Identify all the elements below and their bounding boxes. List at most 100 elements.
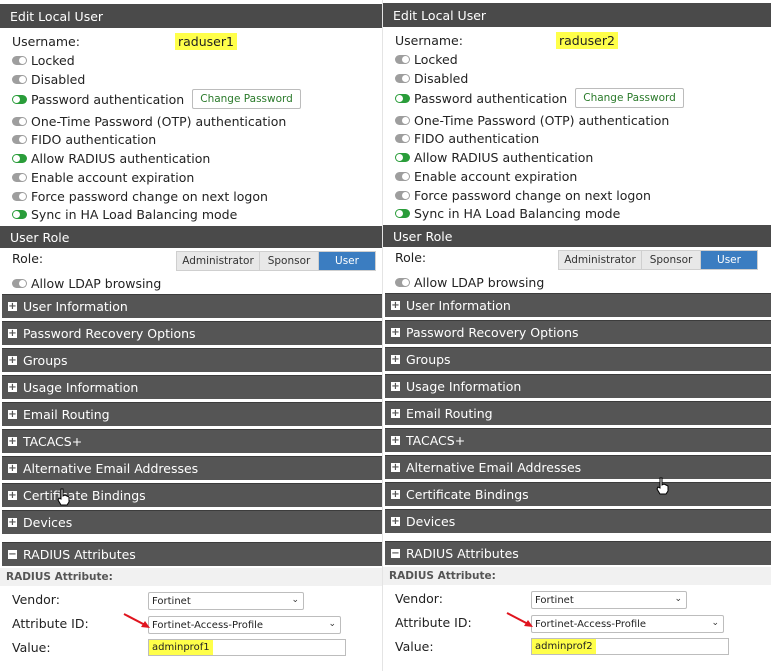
section-header[interactable]: + TACACS+	[2, 429, 382, 453]
value-text: adminprof2	[532, 639, 596, 654]
section-title: Password Recovery Options	[23, 326, 196, 341]
section-header[interactable]: + Groups	[385, 347, 771, 371]
attribute-id-select[interactable]: Fortinet-Access-Profile ⌄	[148, 616, 341, 634]
toggle-switch[interactable]	[395, 190, 410, 200]
section-title: Email Routing	[23, 407, 110, 422]
toggle-switch[interactable]	[12, 94, 27, 104]
radius-sub-label: RADIUS Attribute:	[6, 571, 113, 583]
section-header[interactable]: + User Information	[2, 294, 382, 318]
username-label: Username:	[12, 33, 80, 49]
value-label: Value:	[395, 639, 434, 654]
expand-icon: +	[391, 489, 400, 500]
edit-local-user-panel-2: Edit Local User Username: raduser2 Locke…	[383, 0, 771, 671]
section-header[interactable]: + Alternative Email Addresses	[2, 456, 382, 480]
expand-icon: +	[8, 301, 17, 312]
toggle-switch[interactable]	[12, 278, 27, 288]
section-header[interactable]: + User Information	[385, 293, 771, 317]
section-header[interactable]: + Certificate Bindings	[385, 482, 771, 506]
attribute-id-value: Fortinet-Access-Profile	[535, 618, 647, 630]
role-option-administrator[interactable]: Administrator	[559, 251, 642, 269]
panel-title-text: Edit Local User	[393, 7, 487, 23]
expand-icon: +	[8, 355, 17, 366]
vendor-label: Vendor:	[12, 592, 60, 607]
section-header[interactable]: + Email Routing	[2, 402, 382, 426]
role-option-administrator[interactable]: Administrator	[177, 252, 260, 270]
section-header[interactable]: + Password Recovery Options	[385, 320, 771, 344]
toggle-label: Allow RADIUS authentication	[414, 149, 594, 165]
toggle-switch[interactable]	[12, 134, 27, 144]
toggle-row: Locked	[395, 50, 458, 68]
toggle-switch[interactable]	[395, 277, 410, 287]
vendor-select[interactable]: Fortinet ⌄	[531, 591, 687, 609]
vendor-select[interactable]: Fortinet ⌄	[148, 592, 304, 610]
chevron-down-icon: ⌄	[674, 594, 682, 604]
toggle-label: FIDO authentication	[31, 131, 157, 147]
role-option-sponsor[interactable]: Sponsor	[642, 251, 701, 269]
section-header[interactable]: + Email Routing	[385, 401, 771, 425]
section-header[interactable]: + TACACS+	[385, 428, 771, 452]
toggle-row: Force password change on next logon	[12, 187, 268, 205]
toggle-switch[interactable]	[12, 209, 27, 219]
toggle-row: One-Time Password (OTP) authentication	[395, 111, 669, 129]
toggle-row: Allow RADIUS authentication	[395, 148, 593, 166]
section-header[interactable]: + Devices	[385, 509, 771, 533]
toggle-switch[interactable]	[395, 115, 410, 125]
expand-icon: +	[8, 490, 17, 501]
expand-icon: +	[391, 462, 400, 473]
toggle-switch[interactable]	[12, 191, 27, 201]
section-header[interactable]: + Password Recovery Options	[2, 321, 382, 345]
change-password-button[interactable]: Change Password	[192, 89, 301, 109]
section-title: Devices	[406, 514, 456, 529]
section-title: Groups	[23, 353, 68, 368]
section-header[interactable]: + Groups	[2, 348, 382, 372]
expand-icon: +	[391, 435, 400, 446]
toggle-switch[interactable]	[395, 54, 410, 64]
section-header[interactable]: + Usage Information	[385, 374, 771, 398]
toggle-row: Locked	[12, 51, 75, 69]
toggle-switch[interactable]	[12, 153, 27, 163]
section-title: Alternative Email Addresses	[23, 461, 199, 476]
value-input[interactable]: adminprof2	[531, 638, 729, 655]
expand-icon: +	[8, 328, 17, 339]
username-value[interactable]: raduser2	[556, 31, 618, 49]
toggle-row: Force password change on next logon	[395, 186, 651, 204]
toggle-switch[interactable]	[395, 73, 410, 83]
value-input[interactable]: adminprof1	[148, 639, 346, 656]
radius-section-header[interactable]: − RADIUS Attributes	[385, 541, 771, 565]
toggle-switch[interactable]	[12, 74, 27, 84]
expand-icon: +	[8, 517, 17, 528]
toggle-switch[interactable]	[395, 171, 410, 181]
section-header[interactable]: + Usage Information	[2, 375, 382, 399]
attribute-id-select[interactable]: Fortinet-Access-Profile ⌄	[531, 615, 724, 633]
toggle-switch[interactable]	[12, 116, 27, 126]
expand-icon: +	[8, 382, 17, 393]
user-role-header: User Role	[0, 226, 382, 248]
ldap-label: Allow LDAP browsing	[414, 274, 545, 290]
username-value[interactable]: raduser1	[175, 32, 237, 50]
toggle-switch[interactable]	[395, 133, 410, 143]
role-option-user[interactable]: User	[701, 251, 757, 269]
expand-icon: +	[8, 436, 17, 447]
toggle-switch[interactable]	[12, 55, 27, 65]
toggle-switch[interactable]	[395, 93, 410, 103]
section-title: User Information	[23, 299, 128, 314]
expand-icon: +	[391, 354, 400, 365]
radius-section-header[interactable]: − RADIUS Attributes	[2, 542, 382, 566]
section-header[interactable]: + Alternative Email Addresses	[385, 455, 771, 479]
toggle-row: Password authentication Change Password	[12, 89, 301, 109]
role-option-sponsor[interactable]: Sponsor	[260, 252, 319, 270]
toggle-label: One-Time Password (OTP) authentication	[31, 113, 287, 129]
section-header[interactable]: + Devices	[2, 510, 382, 534]
radius-attribute-subheader: RADIUS Attribute:	[0, 568, 382, 586]
toggle-switch[interactable]	[395, 208, 410, 218]
expand-icon: +	[8, 463, 17, 474]
toggle-row: Allow RADIUS authentication	[12, 149, 210, 167]
toggle-switch[interactable]	[12, 172, 27, 182]
role-selector: Administrator Sponsor User	[558, 250, 758, 270]
change-password-button[interactable]: Change Password	[575, 88, 684, 108]
toggle-label: Password authentication	[414, 90, 568, 106]
toggle-row: Disabled	[395, 69, 468, 87]
toggle-switch[interactable]	[395, 152, 410, 162]
toggle-label: One-Time Password (OTP) authentication	[414, 112, 670, 128]
role-option-user[interactable]: User	[319, 252, 375, 270]
